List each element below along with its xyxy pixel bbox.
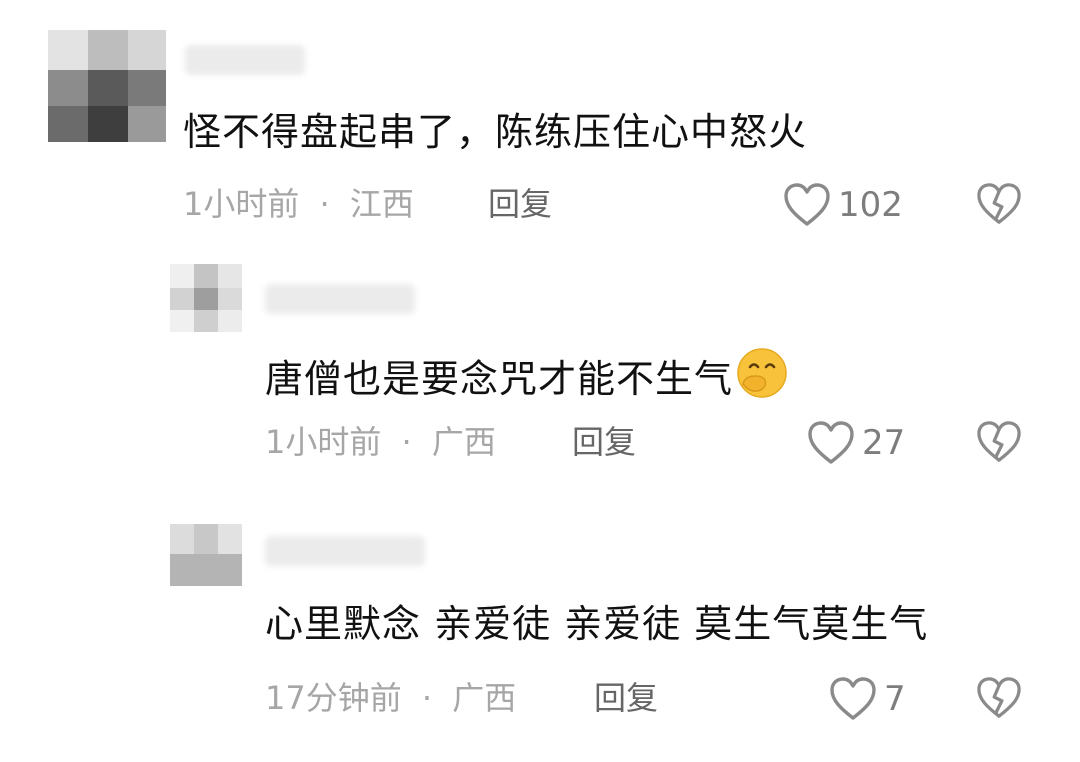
comment-time: 1小时前 bbox=[183, 185, 300, 223]
comment-meta: 1小时前 · 江西 bbox=[183, 184, 414, 224]
comment-text: 怪不得盘起串了，陈练压住心中怒火 bbox=[183, 110, 808, 154]
avatar[interactable] bbox=[170, 264, 242, 332]
comment-time: 17分钟前 bbox=[265, 679, 402, 717]
broken-heart-icon bbox=[977, 183, 1021, 224]
heart-outline-icon bbox=[808, 421, 854, 464]
dislike-button[interactable] bbox=[975, 676, 1023, 724]
reply-button[interactable]: 回复 bbox=[594, 678, 658, 718]
avatar[interactable] bbox=[170, 524, 242, 586]
emoji-icon bbox=[737, 348, 787, 398]
broken-heart-icon bbox=[977, 421, 1021, 462]
like-button[interactable]: 102 bbox=[782, 182, 903, 228]
comment-text: 心里默念 亲爱徒 亲爱徒 莫生气莫生气 bbox=[265, 602, 929, 646]
like-count: 27 bbox=[862, 423, 906, 463]
comment-meta: 1小时前 · 广西 bbox=[265, 422, 496, 462]
dislike-button[interactable] bbox=[975, 182, 1023, 230]
reply-button[interactable]: 回复 bbox=[488, 184, 552, 224]
dislike-button[interactable] bbox=[975, 420, 1023, 468]
meta-separator: · bbox=[401, 423, 412, 461]
comment-location: 广西 bbox=[452, 679, 517, 717]
meta-separator: · bbox=[421, 679, 433, 717]
avatar[interactable] bbox=[48, 30, 166, 142]
username-blurred[interactable] bbox=[265, 536, 425, 566]
comment-3: 心里默念 亲爱徒 亲爱徒 莫生气莫生气 17分钟前 · 广西 回复 7 bbox=[0, 500, 1080, 762]
like-count: 7 bbox=[884, 679, 906, 719]
comment-meta: 17分钟前 · 广西 bbox=[265, 678, 516, 718]
broken-heart-icon bbox=[977, 677, 1021, 718]
heart-outline-icon bbox=[784, 183, 830, 226]
username-blurred[interactable] bbox=[265, 284, 415, 314]
like-button[interactable]: 27 bbox=[806, 420, 905, 466]
comment-location: 广西 bbox=[431, 423, 496, 461]
like-count: 102 bbox=[838, 185, 903, 225]
comment-time: 1小时前 bbox=[265, 423, 382, 461]
comment-text-content: 唐僧也是要念咒才能不生气 bbox=[265, 357, 734, 401]
reply-button[interactable]: 回复 bbox=[572, 422, 636, 462]
comment-location: 江西 bbox=[349, 185, 414, 223]
like-button[interactable]: 7 bbox=[828, 676, 906, 722]
meta-separator: · bbox=[319, 185, 330, 223]
comment-2: 唐僧也是要念咒才能不生气 1小时前 · 广西 回复 27 bbox=[0, 250, 1080, 500]
comment-text: 唐僧也是要念咒才能不生气 bbox=[265, 346, 789, 403]
comment-1: 怪不得盘起串了，陈练压住心中怒火 1小时前 · 江西 回复 102 bbox=[0, 0, 1080, 250]
username-blurred[interactable] bbox=[185, 45, 305, 75]
heart-outline-icon bbox=[830, 677, 876, 720]
